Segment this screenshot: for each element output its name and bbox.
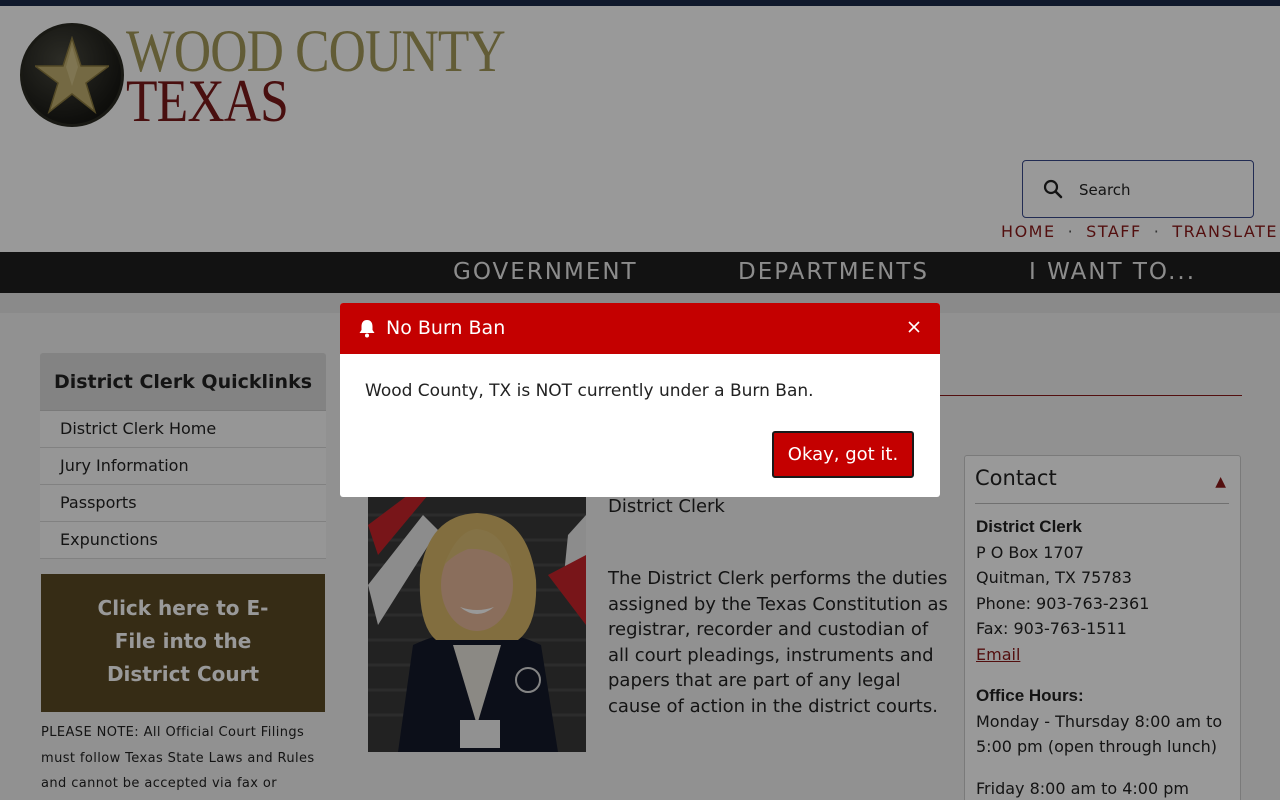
modal-header: No Burn Ban [340,303,940,354]
bell-icon [358,319,376,342]
burn-ban-modal: No Burn Ban Wood County, TX is NOT curre… [340,303,940,497]
modal-confirm-button[interactable]: Okay, got it. [772,431,914,478]
close-icon[interactable] [906,319,922,335]
modal-title: No Burn Ban [386,317,506,339]
modal-message: Wood County, TX is NOT currently under a… [365,381,814,401]
